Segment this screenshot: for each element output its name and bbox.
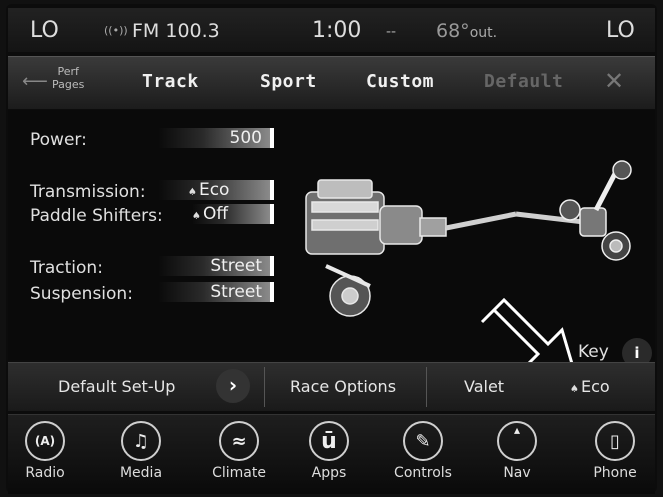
perf-pages-button[interactable]: Perf Pages (52, 65, 84, 91)
dock-climate[interactable]: ≈ Climate (204, 421, 274, 481)
default-setup-button[interactable]: Default Set-Up (58, 377, 175, 396)
dock-phone[interactable]: ▯ Phone (580, 421, 650, 481)
dock-apps[interactable]: ū Apps (294, 421, 364, 481)
dock-label: Controls (394, 465, 452, 481)
nav-icon: ▴ (497, 421, 537, 461)
close-icon[interactable]: ✕ (604, 67, 625, 95)
dock-label: Apps (311, 465, 347, 481)
climate-icon: ≈ (219, 421, 259, 461)
suspension-value[interactable]: Street (158, 282, 274, 302)
eco-indicator[interactable]: ♠ Eco (570, 377, 610, 396)
tab-custom[interactable]: Custom (366, 71, 434, 92)
power-label: Power: (30, 130, 87, 150)
passenger-temp[interactable]: LO (606, 18, 635, 43)
mode-tabs: ⟵ Perf Pages Track Sport Custom Default … (8, 56, 655, 109)
dock-label: Climate (212, 465, 266, 481)
radio-station[interactable]: FM 100.3 (132, 20, 220, 42)
race-options-button[interactable]: Race Options (290, 377, 396, 396)
outside-temp: 68°out. (436, 20, 497, 42)
options-bar: Default Set-Up › Race Options Valet ♠ Eco (8, 362, 655, 411)
outside-temp-unit: out. (469, 25, 498, 41)
outside-temp-value: 68° (436, 20, 470, 42)
transmission-label: Transmission: (30, 182, 146, 202)
perf-pages-line1: Perf (57, 65, 79, 78)
transmission-value[interactable]: ♠ Eco (158, 180, 274, 200)
leaf-icon: ♠ (570, 384, 579, 395)
power-value[interactable]: 500 (158, 128, 274, 148)
dock-nav[interactable]: ▴ Nav (482, 421, 552, 481)
driver-temp[interactable]: LO (30, 18, 59, 43)
paddle-shifters-value-text: Off (202, 204, 229, 224)
app-dock: (A) Radio ♫ Media ≈ Climate ū Apps ✎ Controls… (8, 414, 655, 494)
back-arrow-icon[interactable]: ⟵ (22, 71, 48, 92)
valet-button[interactable]: Valet (464, 377, 504, 396)
radio-signal-icon: ((•)) (104, 24, 128, 37)
media-icon: ♫ (121, 421, 161, 461)
dock-label: Media (119, 465, 163, 481)
apps-icon: ū (309, 421, 349, 461)
radio-icon: (A) (25, 421, 65, 461)
traction-label: Traction: (30, 258, 103, 278)
suspension-label: Suspension: (30, 284, 133, 304)
transmission-value-text: Eco (198, 180, 230, 200)
dock-controls[interactable]: ✎ Controls (388, 421, 458, 481)
dock-label: Phone (593, 465, 637, 481)
tab-default[interactable]: Default (484, 71, 563, 92)
controls-icon: ✎ (403, 421, 443, 461)
dock-radio[interactable]: (A) Radio (10, 421, 80, 481)
status-divider: -- (386, 24, 397, 40)
key-label: Key (578, 342, 609, 362)
leaf-icon: ♠ (188, 187, 197, 198)
eco-indicator-text: Eco (580, 377, 610, 396)
leaf-icon: ♠ (192, 211, 201, 222)
phone-icon: ▯ (595, 421, 635, 461)
performance-settings-panel: Power: 500 Transmission: ♠ Eco Paddle Shi… (8, 110, 655, 387)
paddle-shifters-label: Paddle Shifters: (30, 206, 163, 226)
clock: 1:00 (312, 18, 362, 43)
dock-label: Radio (25, 465, 65, 481)
dock-media[interactable]: ♫ Media (106, 421, 176, 481)
traction-value[interactable]: Street (158, 256, 274, 276)
tab-sport[interactable]: Sport (260, 71, 317, 92)
divider (264, 367, 265, 407)
dock-label: Nav (503, 465, 531, 481)
chevron-right-icon[interactable]: › (216, 369, 250, 403)
tab-track[interactable]: Track (142, 71, 199, 92)
infotainment-screen: LO ((•)) FM 100.3 1:00 -- 68°out. LO ⟵ P… (0, 0, 663, 497)
divider (426, 367, 427, 407)
perf-pages-line2: Pages (52, 78, 85, 91)
paddle-shifters-value[interactable]: ♠ Off (192, 204, 274, 224)
status-bar: LO ((•)) FM 100.3 1:00 -- 68°out. LO (8, 8, 655, 52)
